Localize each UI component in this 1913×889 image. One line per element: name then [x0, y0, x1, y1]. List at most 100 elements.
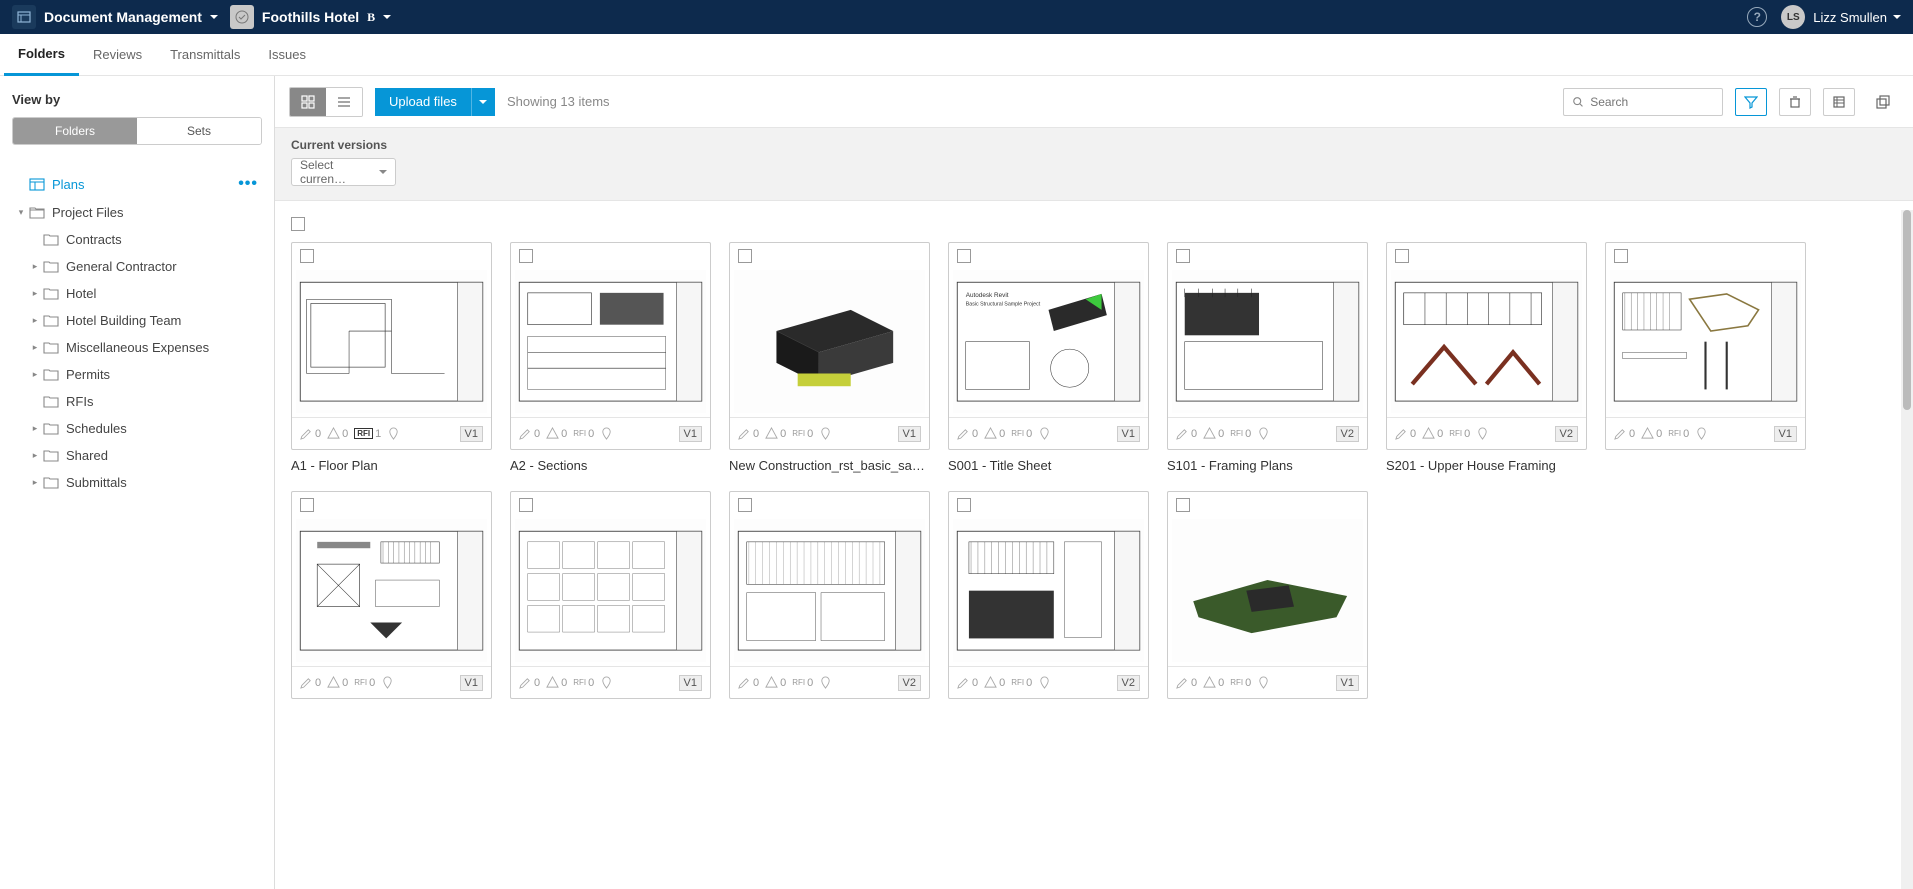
scrollbar[interactable]	[1901, 210, 1913, 889]
tree-item[interactable]: ▸ General Contractor	[12, 253, 262, 280]
thumbnail[interactable]	[734, 270, 925, 413]
card-checkbox[interactable]	[957, 249, 971, 263]
project-icon[interactable]	[230, 5, 254, 29]
tree-item[interactable]: ▸ Shared	[12, 442, 262, 469]
scrollbar-thumb[interactable]	[1903, 210, 1911, 410]
card-checkbox[interactable]	[300, 498, 314, 512]
activity-button[interactable]	[1823, 88, 1855, 116]
tree-item-label: Schedules	[66, 421, 127, 436]
rfi-count: RFI 0	[792, 428, 813, 440]
help-button[interactable]: ?	[1747, 7, 1767, 27]
rfi-count: RFI 0	[1668, 428, 1689, 440]
tree-item[interactable]: ▸ Hotel	[12, 280, 262, 307]
thumbnail[interactable]: Autodesk RevitBasic Structural Sample Pr…	[953, 270, 1144, 413]
card-checkbox[interactable]	[519, 249, 533, 263]
tab-folders[interactable]: Folders	[4, 34, 79, 76]
card-checkbox[interactable]	[519, 498, 533, 512]
expand-caret-icon[interactable]: ▸	[30, 423, 40, 434]
card-footer: 0 0 RFI 0 V1	[1168, 666, 1367, 698]
module-switcher[interactable]: Document Management	[12, 5, 218, 29]
expand-caret-icon[interactable]: ▸	[30, 288, 40, 299]
card-checkbox[interactable]	[738, 249, 752, 263]
tree-item[interactable]: ▸ Schedules	[12, 415, 262, 442]
select-all-checkbox[interactable]	[291, 217, 305, 231]
document-card[interactable]: 0 0 RFI 0 V2 S101 - Framing Plans	[1167, 242, 1368, 473]
issue-count: 0	[327, 676, 348, 689]
card-checkbox[interactable]	[1614, 249, 1628, 263]
tab-issues[interactable]: Issues	[254, 34, 320, 76]
document-card[interactable]: Autodesk RevitBasic Structural Sample Pr…	[948, 242, 1149, 473]
card-title: S201 - Upper House Framing	[1386, 458, 1587, 473]
thumbnail[interactable]	[1610, 270, 1801, 413]
tree-item[interactable]: ▸ Submittals	[12, 469, 262, 496]
search-box[interactable]	[1563, 88, 1723, 116]
grid-view-button[interactable]	[290, 88, 326, 116]
card-checkbox[interactable]	[300, 249, 314, 263]
document-card[interactable]: 0 0 RFI 0 V1	[1167, 491, 1368, 707]
thumbnail[interactable]	[1172, 270, 1363, 413]
filter-button[interactable]	[1735, 88, 1767, 116]
trash-button[interactable]	[1779, 88, 1811, 116]
thumbnail[interactable]	[296, 270, 487, 413]
thumbnail[interactable]	[515, 270, 706, 413]
upload-dropdown-button[interactable]	[471, 88, 495, 116]
expand-caret-icon[interactable]: ▸	[30, 342, 40, 353]
list-view-button[interactable]	[326, 88, 362, 116]
document-card[interactable]: 0 0 RFI 0 V1 A2 - Sections	[510, 242, 711, 473]
card-checkbox[interactable]	[957, 498, 971, 512]
more-options-button[interactable]: •••	[238, 175, 258, 193]
viewby-folders[interactable]: Folders	[13, 118, 137, 144]
tree-item[interactable]: Plans •••	[12, 169, 262, 199]
expand-caret-icon[interactable]: ▸	[30, 315, 40, 326]
folder-icon	[42, 395, 60, 409]
document-card[interactable]: 0 0 RFI 0 V2	[729, 491, 930, 707]
document-card[interactable]: 0 0 RFI 1 V1 A1 - Floor Plan	[291, 242, 492, 473]
upload-files-button[interactable]: Upload files	[375, 88, 471, 116]
version-filter-select[interactable]: Select curren…	[291, 158, 396, 186]
tree-item-label: Hotel Building Team	[66, 313, 181, 328]
document-card[interactable]: 0 0 RFI 0 V1	[1605, 242, 1806, 473]
tab-transmittals[interactable]: Transmittals	[156, 34, 254, 76]
select-all-row	[291, 213, 1897, 242]
user-avatar[interactable]: LS	[1781, 5, 1805, 29]
search-input[interactable]	[1590, 95, 1714, 109]
thumbnail[interactable]	[296, 519, 487, 662]
document-card[interactable]: 0 0 RFI 0 V1	[510, 491, 711, 707]
markup-count: 0	[738, 427, 759, 440]
card-checkbox[interactable]	[738, 498, 752, 512]
user-menu[interactable]: Lizz Smullen	[1813, 10, 1901, 25]
document-card[interactable]: 0 0 RFI 0 V2 S201 - Upper House Framing	[1386, 242, 1587, 473]
document-card[interactable]: 0 0 RFI 0 V1	[291, 491, 492, 707]
tree-item[interactable]: Contracts	[12, 226, 262, 253]
thumbnail[interactable]	[734, 519, 925, 662]
thumbnail[interactable]	[515, 519, 706, 662]
tree-item[interactable]: ▸ Hotel Building Team	[12, 307, 262, 334]
expand-caret-icon[interactable]: ▸	[30, 369, 40, 380]
tab-reviews[interactable]: Reviews	[79, 34, 156, 76]
tree-item[interactable]: ▸ Permits	[12, 361, 262, 388]
expand-caret-icon[interactable]: ▾	[16, 207, 26, 218]
document-card[interactable]: 0 0 RFI 0 V1 New Construction_rst_basic_…	[729, 242, 930, 473]
card-checkbox[interactable]	[1176, 249, 1190, 263]
folder-icon	[42, 449, 60, 463]
tree-item-label: Miscellaneous Expenses	[66, 340, 209, 355]
expand-caret-icon[interactable]: ▸	[30, 450, 40, 461]
markup-count: 0	[519, 427, 540, 440]
thumbnail[interactable]	[1391, 270, 1582, 413]
tree-item[interactable]: RFIs	[12, 388, 262, 415]
document-card[interactable]: 0 0 RFI 0 V2	[948, 491, 1149, 707]
card-checkbox[interactable]	[1395, 249, 1409, 263]
expand-caret-icon[interactable]: ▸	[30, 477, 40, 488]
tree-item[interactable]: ▸ Miscellaneous Expenses	[12, 334, 262, 361]
project-selector[interactable]: Foothills Hotel B	[262, 9, 391, 25]
issue-count: 0	[765, 676, 786, 689]
export-button[interactable]	[1867, 88, 1899, 116]
expand-caret-icon[interactable]: ▸	[30, 261, 40, 272]
thumbnail[interactable]	[953, 519, 1144, 662]
card-footer: 0 0 RFI 0 V2	[1168, 417, 1367, 449]
thumbnail[interactable]	[1172, 519, 1363, 662]
card-checkbox[interactable]	[1176, 498, 1190, 512]
viewby-sets[interactable]: Sets	[137, 118, 261, 144]
project-name: Foothills Hotel	[262, 9, 359, 25]
tree-item[interactable]: ▾ Project Files	[12, 199, 262, 226]
